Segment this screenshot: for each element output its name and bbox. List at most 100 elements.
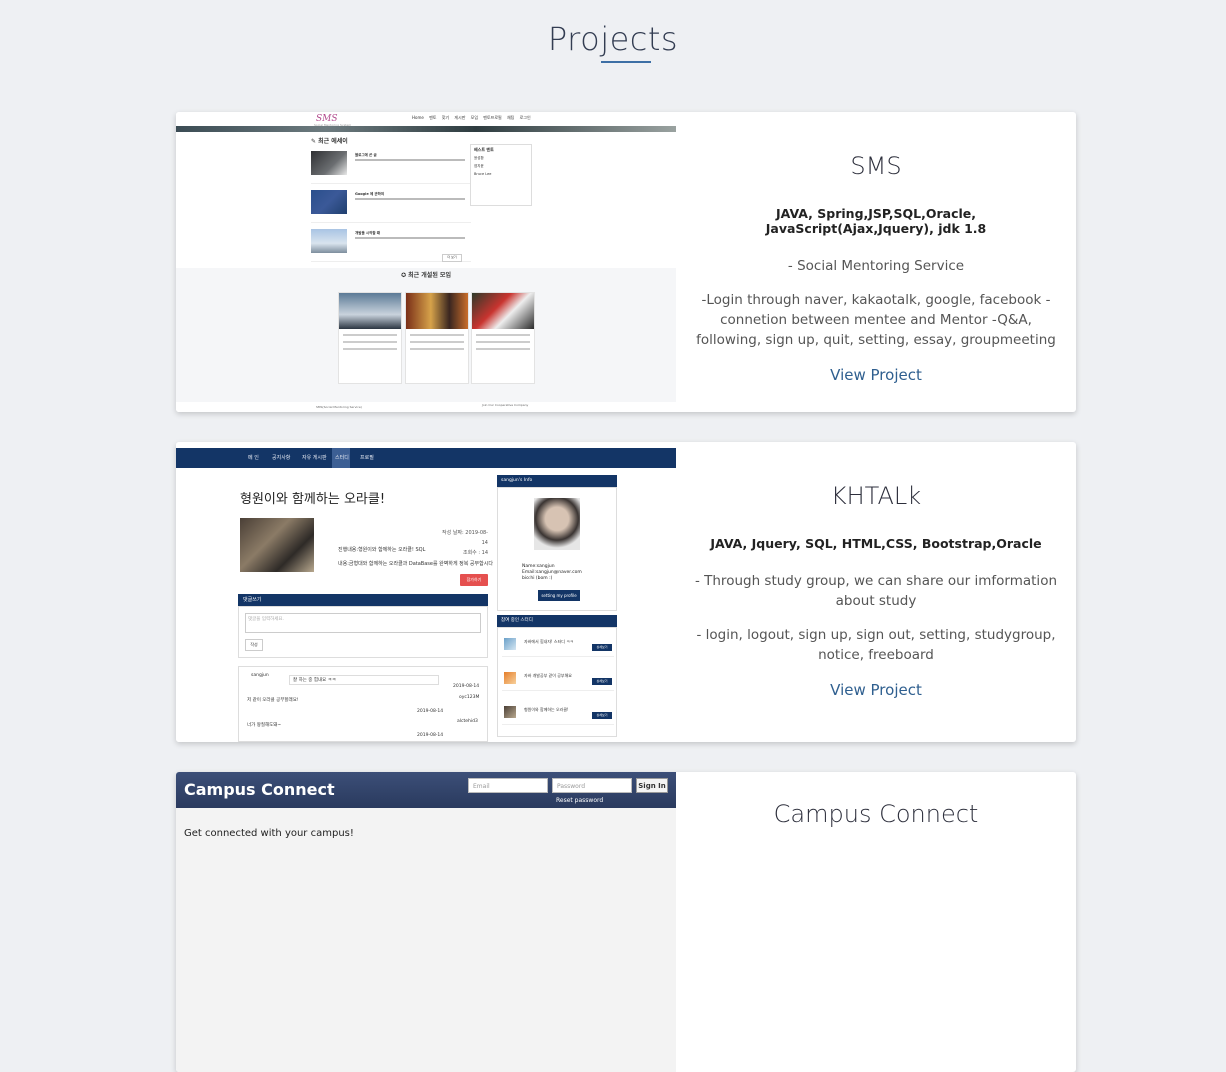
project-card-sms: SMS Social Mentoring System Home 멘토 찾기 게… bbox=[176, 112, 1076, 412]
sms-group-line bbox=[343, 348, 397, 350]
project-tech: JAVA, Spring,JSP,SQL,Oracle, JavaScript(… bbox=[765, 206, 987, 236]
kh-group-icon bbox=[504, 638, 516, 650]
project-name: SMS bbox=[850, 152, 902, 180]
sms-best-heading: 베스트 멘토 bbox=[474, 147, 494, 152]
sms-group-line bbox=[410, 334, 464, 336]
kh-comment-text: 저 같이 오라클 공부할래요! bbox=[247, 698, 299, 703]
view-project-link[interactable]: View Project bbox=[676, 366, 1076, 384]
sms-group-line bbox=[343, 341, 397, 343]
kh-comment-date: 2019-08-14 bbox=[453, 684, 480, 689]
kh-post-image bbox=[240, 518, 314, 572]
kh-join-button: 참가하기 bbox=[460, 574, 488, 586]
cc-password-field: Password bbox=[552, 778, 632, 793]
kh-nav-item: 스터디 bbox=[335, 455, 349, 461]
kh-group-icon bbox=[504, 672, 516, 684]
sms-group-line bbox=[476, 341, 530, 343]
cc-signin-button: Sign In bbox=[636, 778, 668, 793]
kh-comment-author: sangjun bbox=[251, 673, 269, 678]
sms-post-thumbnail bbox=[311, 229, 347, 253]
kh-group-button: 상세보기 bbox=[592, 678, 612, 685]
kh-profile-name: Name:sangjun bbox=[522, 564, 555, 569]
sms-footer: SMS(Social Mentoring Service) Join Our C… bbox=[176, 402, 676, 412]
kh-group-button: 상세보기 bbox=[592, 644, 612, 651]
sms-footer-right: Join Our Cooperative Company bbox=[482, 403, 529, 407]
sms-best-mentors: 베스트 멘토 윤성환 염지윤 Bruce Lee bbox=[470, 144, 532, 206]
kh-profile-bio: bio:hi (bom :) bbox=[522, 576, 553, 581]
kh-sidebar: sangjun's Info Name:sangjun Email:sangju… bbox=[497, 475, 617, 737]
kh-setting-button: setting my profile bbox=[538, 590, 580, 601]
kh-post-views: 조회수 : 14 bbox=[462, 550, 488, 556]
kh-group-title: 자바에서 힘내자! 스터디 ㅋㅋ bbox=[524, 639, 574, 644]
kh-comment-text: 너가 왕질해도돼~ bbox=[247, 723, 282, 728]
kh-nav-item: 공지사항 bbox=[272, 455, 291, 461]
kh-group-title: 자바 개발공부 같이 공부해요 bbox=[524, 673, 572, 678]
kh-group-icon bbox=[504, 706, 516, 718]
project-description: - Social Mentoring Service bbox=[787, 258, 965, 274]
sms-footer-left: SMS(Social Mentoring Service) bbox=[316, 405, 362, 409]
kh-group-button: 상세보기 bbox=[592, 712, 612, 719]
kh-groups-header: 참여 중인 스터디 bbox=[497, 615, 617, 627]
kh-group-row: 형원이와 함께하는 오라클! 상세보기 bbox=[502, 702, 614, 725]
project-features: - login, logout, sign up, sign out, sett… bbox=[696, 627, 1056, 663]
sms-banner bbox=[176, 126, 676, 132]
kh-post-date: 작성 날짜: 2019-08-14 bbox=[442, 530, 488, 546]
sms-group-image bbox=[406, 293, 468, 329]
cc-logo: Campus Connect bbox=[184, 780, 335, 799]
kh-group-row: 자바 개발공부 같이 공부해요 상세보기 bbox=[502, 668, 614, 691]
kh-post-content: 내용:금형대와 함께하는 오라클과 DataBase를 완벽하게 정복 공부합시… bbox=[338, 561, 493, 567]
kh-post-title: 형원이와 함께하는 오라클! bbox=[240, 492, 386, 507]
sms-group-line bbox=[476, 348, 530, 350]
sms-post: 블로그에 쓴 글 bbox=[311, 149, 471, 184]
kh-post-meta: 작성 날짜: 2019-08-14 조회수 : 14 bbox=[436, 528, 488, 558]
sms-post-title: 개발을 시작할 때 bbox=[355, 231, 380, 235]
kh-nav: 메 인 공지사항 자유 게시판 스터디 프로필 bbox=[176, 448, 676, 468]
sms-post-title: 블로그에 쓴 글 bbox=[355, 153, 377, 157]
sms-post: Google 에 관하여 bbox=[311, 188, 471, 223]
kh-profile-avatar bbox=[534, 498, 580, 550]
sms-group-card bbox=[338, 292, 402, 384]
sms-group-line bbox=[343, 334, 397, 336]
kh-group-title: 형원이와 함께하는 오라클! bbox=[524, 707, 569, 712]
kh-group-row: 자바에서 힘내자! 스터디 ㅋㅋ 상세보기 bbox=[502, 634, 614, 657]
sms-post-thumbnail bbox=[311, 151, 347, 175]
project-info-campus-connect: Campus Connect bbox=[676, 772, 1076, 1072]
view-project-link[interactable]: View Project bbox=[676, 681, 1076, 699]
kh-reply-header: 댓글쓰기 bbox=[238, 594, 488, 606]
sms-group-card bbox=[405, 292, 469, 384]
sms-post-excerpt bbox=[355, 198, 465, 200]
kh-profile-header: sangjun's Info bbox=[497, 475, 617, 487]
kh-reply-textarea: 댓글을 입력하세요. bbox=[245, 613, 481, 633]
sms-recent-essays: ✎ 최근 에세이 블로그에 쓴 글 Google 에 관하여 개발을 시작할 때 bbox=[311, 136, 471, 262]
kh-profile-email: Email:sangjun@naver.com bbox=[522, 570, 582, 575]
cc-reset-link: Reset password bbox=[556, 797, 604, 804]
sms-recent-essays-heading: ✎ 최근 에세이 bbox=[311, 138, 348, 145]
sms-group-image bbox=[472, 293, 534, 329]
sms-post-thumbnail bbox=[311, 190, 347, 214]
kh-nav-item: 자유 게시판 bbox=[302, 455, 327, 461]
project-info-sms: SMS JAVA, Spring,JSP,SQL,Oracle, JavaScr… bbox=[676, 112, 1076, 412]
sms-best-item: 윤성환 bbox=[474, 156, 484, 160]
project-tech: JAVA, Jquery, SQL, HTML,CSS, Bootstrap,O… bbox=[710, 536, 1042, 551]
project-description: - Through study group, we can share our … bbox=[694, 573, 1058, 609]
project-features: -Login through naver, kakaotalk, google,… bbox=[696, 292, 1056, 348]
sms-recent-groups: ✪ 최근 개설된 모임 bbox=[176, 268, 676, 402]
sms-more-button: 더 보기 bbox=[442, 254, 462, 262]
sms-recent-groups-heading: ✪ 최근 개설된 모임 bbox=[401, 272, 451, 279]
kh-post-content: 진행내용:형원이와 함께하는 오라클! SQL bbox=[338, 547, 426, 553]
sms-group-line bbox=[476, 334, 530, 336]
project-screenshot-khtalk: 메 인 공지사항 자유 게시판 스터디 프로필 형원이와 함께하는 오라클! 작… bbox=[176, 442, 676, 742]
cc-header: Campus Connect Email Password Sign In Re… bbox=[176, 772, 676, 808]
kh-nav-item: 프로필 bbox=[360, 455, 374, 461]
sms-group-line bbox=[410, 348, 464, 350]
section-title: Projects bbox=[547, 20, 679, 58]
kh-nav-item: 메 인 bbox=[248, 455, 259, 461]
project-card-campus-connect: Campus Connect Email Password Sign In Re… bbox=[176, 772, 1076, 1072]
sms-best-item: 염지윤 bbox=[474, 164, 484, 168]
kh-groups-box: 자바에서 힘내자! 스터디 ㅋㅋ 상세보기 자바 개발공부 같이 공부해요 상세… bbox=[497, 627, 617, 737]
sms-group-card bbox=[471, 292, 535, 384]
kh-comment-text: 잘 하는 중 힘내요 ㅋㅋ bbox=[289, 675, 439, 685]
sms-best-item: Bruce Lee bbox=[474, 172, 492, 176]
project-name: Campus Connect bbox=[773, 800, 979, 828]
kh-comments: sangjun 잘 하는 중 힘내요 ㅋㅋ 2019-08-14 oyc123M… bbox=[238, 666, 488, 742]
kh-comment-author: oyc123M bbox=[459, 695, 480, 700]
